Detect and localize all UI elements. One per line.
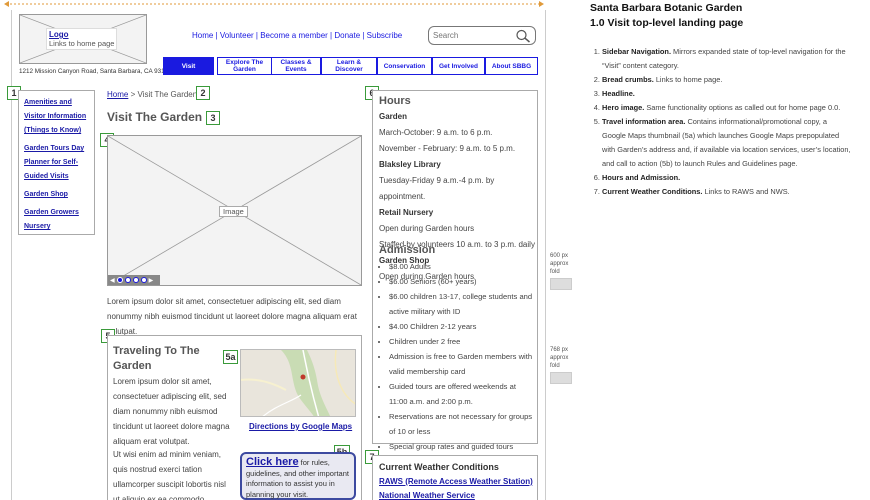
carousel-dot-3[interactable] <box>132 277 139 283</box>
admission-item: $8.00 Adults <box>389 259 535 274</box>
breadcrumb-home[interactable]: Home <box>107 90 128 99</box>
rules-cta-box[interactable]: Click here for rules, guidelines, and ot… <box>240 452 356 500</box>
address: 1212 Mission Canyon Road, Santa Barbara,… <box>19 68 172 75</box>
hours-row: Open during Garden hours <box>379 224 475 233</box>
spec-note: Sidebar Navigation. Mirrors expanded sta… <box>602 45 852 73</box>
hero-image-label: Image <box>219 206 248 217</box>
fold-marker-768: 768 px approx fold <box>550 346 574 384</box>
nav-learn-discover[interactable]: Learn & Discover <box>321 57 377 75</box>
nav-get-involved[interactable]: Get Involved <box>432 57 485 75</box>
sidebar-item-garden-shop[interactable]: Garden Shop <box>24 191 68 198</box>
breadcrumb-current: Visit The Garden <box>137 90 198 99</box>
weather-title: Current Weather Conditions <box>379 462 499 472</box>
hours-row: Garden <box>379 112 408 121</box>
spec-note: Current Weather Conditions. Links to RAW… <box>602 185 852 199</box>
utility-link-home[interactable]: Home <box>192 31 213 40</box>
weather-panel: Current Weather Conditions RAWS (Remote … <box>372 455 538 500</box>
hero-image[interactable]: Image ◀ ▶ <box>107 135 362 286</box>
spec-note: Bread crumbs. Links to home page. <box>602 73 852 87</box>
callout-5a: 5a <box>223 350 238 364</box>
intro-paragraph: Lorem ipsum dolor sit amet, consectetuer… <box>107 297 357 336</box>
spec-note: Hero image. Same functionality options a… <box>602 101 852 115</box>
spec-note: Hours and Admission. <box>602 171 852 185</box>
nav-classes-events[interactable]: Classes & Events <box>271 57 321 75</box>
raws-link[interactable]: RAWS (Remote Access Weather Station) <box>379 477 533 486</box>
search-box[interactable] <box>428 26 536 45</box>
search-input[interactable] <box>433 29 513 42</box>
admission-item: Reservations are not necessary for group… <box>389 409 535 439</box>
nav-visit[interactable]: Visit <box>163 57 214 75</box>
logo-subtitle: Links to home page <box>49 39 115 48</box>
hero-carousel-controls: ◀ ▶ <box>108 275 160 285</box>
admission-item: Admission is free to Garden members with… <box>389 349 535 379</box>
sidebar-item-amenities[interactable]: Amenities and Visitor Information (Thing… <box>24 99 86 134</box>
travel-info-panel: Traveling To The Garden Lorem ipsum dolo… <box>107 335 362 500</box>
admission-item: Guided tours are offered weekends at 11:… <box>389 379 535 409</box>
nav-about-sbbg[interactable]: About SBBG <box>485 57 538 75</box>
utility-link-subscribe[interactable]: Subscribe <box>367 31 403 40</box>
spec-note: Travel information area. Contains inform… <box>602 115 852 171</box>
map-thumbnail[interactable] <box>240 349 356 417</box>
admission-list: $8.00 Adults $6.00 Seniors (60+ years) $… <box>379 259 535 469</box>
hours-row: Blaksley Library <box>379 160 441 169</box>
carousel-dot-1[interactable] <box>116 277 123 283</box>
utility-link-become-member[interactable]: Become a member <box>260 31 328 40</box>
admission-item: $6.00 children 13-17, college students a… <box>389 289 535 319</box>
page-title: Visit The Garden <box>107 110 203 124</box>
width-dimension-line <box>4 1 544 7</box>
hours-title: Hours <box>379 95 411 107</box>
carousel-dot-2[interactable] <box>124 277 131 283</box>
hours-row: November - February: 9 a.m. to 5 p.m. <box>379 144 516 153</box>
rules-cta-link[interactable]: Click here <box>246 456 299 468</box>
logo-title: Logo <box>49 30 69 39</box>
spec-note: Headline. <box>602 87 852 101</box>
spec-notes: Sidebar Navigation. Mirrors expanded sta… <box>590 45 852 199</box>
travel-paragraph-1: Lorem ipsum dolor sit amet, consectetuer… <box>113 377 230 446</box>
nav-conservation[interactable]: Conservation <box>377 57 432 75</box>
sidebar-item-growers-nursery[interactable]: Garden Growers Nursery <box>24 209 79 230</box>
hours-admission-panel: Hours Garden March-October: 9 a.m. to 6 … <box>372 90 538 466</box>
carousel-prev-icon[interactable]: ◀ <box>110 277 115 284</box>
callout-2: 2 <box>196 86 210 100</box>
utility-link-donate[interactable]: Donate <box>334 31 360 40</box>
sidebar-item-garden-tours[interactable]: Garden Tours Day Planner for Self-Guided… <box>24 145 84 180</box>
spec-title: Santa Barbara Botanic Garden <box>590 2 743 14</box>
travel-title: Traveling To The Garden <box>113 345 200 372</box>
breadcrumb: Home > Visit The Garden <box>107 90 197 99</box>
hours-row: Retail Nursery <box>379 208 434 217</box>
admission-item: $4.00 Children 2-12 years <box>389 319 535 334</box>
utility-link-volunteer[interactable]: Volunteer <box>220 31 254 40</box>
nav-explore-the-garden[interactable]: Explore The Garden <box>217 57 272 75</box>
google-maps-directions-link[interactable]: Directions by Google Maps <box>249 422 352 431</box>
fold-marker-600: 600 px approx fold <box>550 252 574 290</box>
admission-title: Admission <box>379 244 436 256</box>
sidebar-nav: Amenities and Visitor Information (Thing… <box>18 90 95 235</box>
callout-3: 3 <box>206 111 220 125</box>
carousel-next-icon[interactable]: ▶ <box>149 277 154 284</box>
spec-subtitle: 1.0 Visit top-level landing page <box>590 17 744 29</box>
hours-row: Tuesday-Friday 9 a.m.-4 p.m. by appointm… <box>379 176 495 201</box>
nws-link[interactable]: National Weather Service <box>379 491 475 500</box>
hours-row: March-October: 9 a.m. to 6 p.m. <box>379 128 493 137</box>
admission-item: Children under 2 free <box>389 334 535 349</box>
utility-nav: Home | Volunteer | Become a member | Don… <box>192 31 403 40</box>
logo[interactable]: Logo Links to home page <box>19 14 147 64</box>
search-icon[interactable] <box>515 29 531 43</box>
travel-paragraph-2: Ut wisi enim ad minim veniam, quis nostr… <box>113 450 226 500</box>
carousel-dot-4[interactable] <box>140 277 147 283</box>
admission-item: $6.00 Seniors (60+ years) <box>389 274 535 289</box>
